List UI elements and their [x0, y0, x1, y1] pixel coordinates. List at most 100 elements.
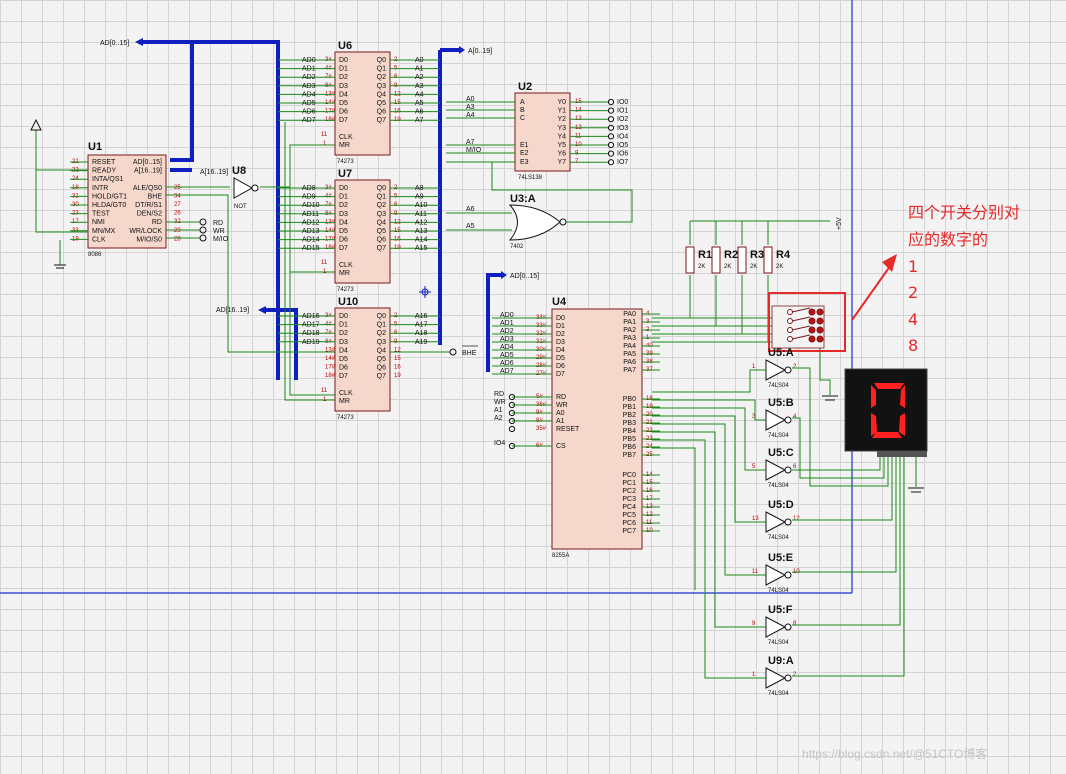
inverter-ref-3: U5:D [768, 499, 794, 511]
u7-d4: D4 [339, 219, 348, 226]
net-rd: RD [213, 220, 223, 227]
u4-rpin-13: PB5 [623, 436, 636, 443]
u8-ref: U8 [232, 165, 246, 177]
inverter-out-3: 12 [793, 516, 800, 522]
schematic-svg: AD[0..15] AD[16..19] A[0..19] AD[0..15] … [0, 0, 1020, 761]
u2-in-2: C [520, 115, 525, 122]
u6-din2: AD2 [302, 74, 316, 81]
u7-qout7: A15 [415, 245, 428, 252]
annotation-value-8: 8 [908, 336, 918, 355]
u2-outnet-4: IO4 [617, 133, 628, 140]
u2-out-2: Y2 [557, 116, 566, 123]
net-label-ad16: AD[16..19] [216, 307, 249, 314]
u4-lpin-12: RESET [556, 426, 580, 433]
inverter-part-4: 74LS04 [768, 588, 789, 594]
u10-part: 74273 [337, 415, 354, 421]
u1-pin-5: HLDA/GT0 [92, 202, 126, 209]
u1-rpin-8: WR/LOCK [129, 228, 162, 235]
chip-u7[interactable]: U774273D0Q03#2AD8A8D1Q14#5AD9A9D2Q27#6AD… [278, 168, 440, 293]
u1-pin-9: CLK [92, 236, 106, 243]
u2-out-4: Y4 [557, 133, 566, 140]
u4-rpin-10: PB2 [623, 412, 636, 419]
u4-rpin-4: PA4 [623, 343, 636, 350]
u1-pin-1: READY [92, 168, 116, 175]
u2-out-0: Y0 [557, 99, 566, 106]
u10-qout0: A16 [415, 313, 428, 320]
u2-out-5: Y5 [557, 142, 566, 149]
chip-u6[interactable]: U674273D0Q03#2AD0A0D1Q14#5AD1A1D2Q27#6AD… [278, 40, 440, 165]
u7-q5: Q5 [377, 228, 386, 235]
resistor-group: R1 2K R2 2K R3 2K R4 2K [685, 246, 791, 274]
u6-mr: MR [339, 142, 350, 149]
u6-din0: AD0 [302, 57, 316, 64]
dip-switch[interactable] [771, 305, 825, 349]
u10-q6: Q6 [377, 365, 386, 372]
u1-wires [35, 122, 335, 401]
u2-net-3: A7 [466, 139, 475, 146]
u7-clk: CLK [339, 262, 353, 269]
u4-lpin-5: D5 [556, 355, 565, 362]
u10-d0: D0 [339, 313, 348, 320]
u4-lnet-10: A1 [494, 407, 503, 414]
gate-u3[interactable]: U3:A 7402 [508, 193, 567, 250]
u4-rpin-22: PC6 [622, 520, 636, 527]
inverter-out-5: 8 [793, 621, 797, 627]
u1-rpinnum-6: 26 [174, 211, 181, 217]
u10-d1: D1 [339, 322, 348, 329]
u6-q2: Q2 [377, 74, 386, 81]
u2-net-1: A3 [466, 104, 475, 111]
u4-part: 8255A [552, 553, 569, 559]
u7-din7: AD15 [302, 245, 320, 252]
u1-rpinnum-3: 25 [174, 185, 181, 191]
u6-clknum: 11 [321, 132, 328, 138]
u1-pin-3: INTR [92, 185, 108, 192]
u10-d2: D2 [339, 330, 348, 337]
u4-lnet-13: IO4 [494, 440, 505, 447]
u10-d6: D6 [339, 365, 348, 372]
chip-u10[interactable]: U1074273D0Q03#2AD16A16D1Q14#5AD17A17D2Q2… [278, 296, 440, 421]
resistor-val-3: 2K [776, 264, 783, 270]
segment-3 [872, 432, 902, 438]
u4-lpin-2: D2 [556, 331, 565, 338]
u4-rpin-2: PA2 [623, 327, 636, 334]
u4-lnet-9: WR [494, 399, 506, 406]
u2-ref: U2 [518, 81, 532, 93]
u2-outnet-3: IO3 [617, 125, 628, 132]
cursor-marker [419, 286, 431, 298]
u4-rpin-1: PA1 [623, 319, 636, 326]
u2-part: 74LS138 [518, 175, 543, 181]
u2-outnet-5: IO5 [617, 142, 628, 149]
net-a5: A5 [466, 223, 475, 230]
u6-din1: AD1 [302, 66, 316, 73]
u6-qout5: A5 [415, 100, 424, 107]
u2-outnet-0: IO0 [617, 99, 628, 106]
u1-rpinnum-9: 28 [174, 236, 181, 242]
chip-u1[interactable]: U1 8086 RESET21READY22INTA/QS124INTR18HO… [70, 141, 181, 258]
pb-wires [652, 369, 766, 679]
schematic-canvas[interactable]: AD[0..15] AD[16..19] A[0..19] AD[0..15] … [0, 0, 1066, 774]
u6-d1: D1 [339, 66, 348, 73]
gate-u8[interactable]: U8 NOT [232, 165, 259, 210]
u4-lnet-11: A2 [494, 415, 503, 422]
inverter-part-1: 74LS04 [768, 433, 789, 439]
u2-out-7: Y7 [557, 159, 566, 166]
u4-rpin-12: PB4 [623, 428, 636, 435]
u1-pin-0: RESET [92, 159, 116, 166]
u6-mrnum: 1 [323, 141, 327, 147]
u1-rpin-0: AD[0..15] [133, 159, 162, 166]
u1-rpin-7: RD [152, 219, 162, 226]
u6-ref: U6 [338, 40, 352, 52]
inverter-ref-6: U9:A [768, 655, 794, 667]
chip-u2[interactable]: U2 74LS138 AA0BA3CA4E1A7E2M/IOE3Y0 15 IO0Y… [446, 81, 628, 181]
pa-wires [652, 317, 768, 343]
u4-rpin-15: PB7 [623, 452, 636, 459]
annotation-line2: 应的数字的 [908, 230, 988, 249]
u1-rpinnum-5: 27 [174, 202, 181, 208]
chip-u4[interactable]: U4 8255A D034#AD0D133#AD1D232#AD2D331#AD… [494, 296, 660, 559]
u7-q6: Q6 [377, 237, 386, 244]
annotation-arrow [851, 261, 894, 321]
u10-d5: D5 [339, 356, 348, 363]
u4-rpin-18: PC2 [622, 488, 636, 495]
u10-qout2: A18 [415, 330, 428, 337]
resistor-val-0: 2K [698, 264, 705, 270]
